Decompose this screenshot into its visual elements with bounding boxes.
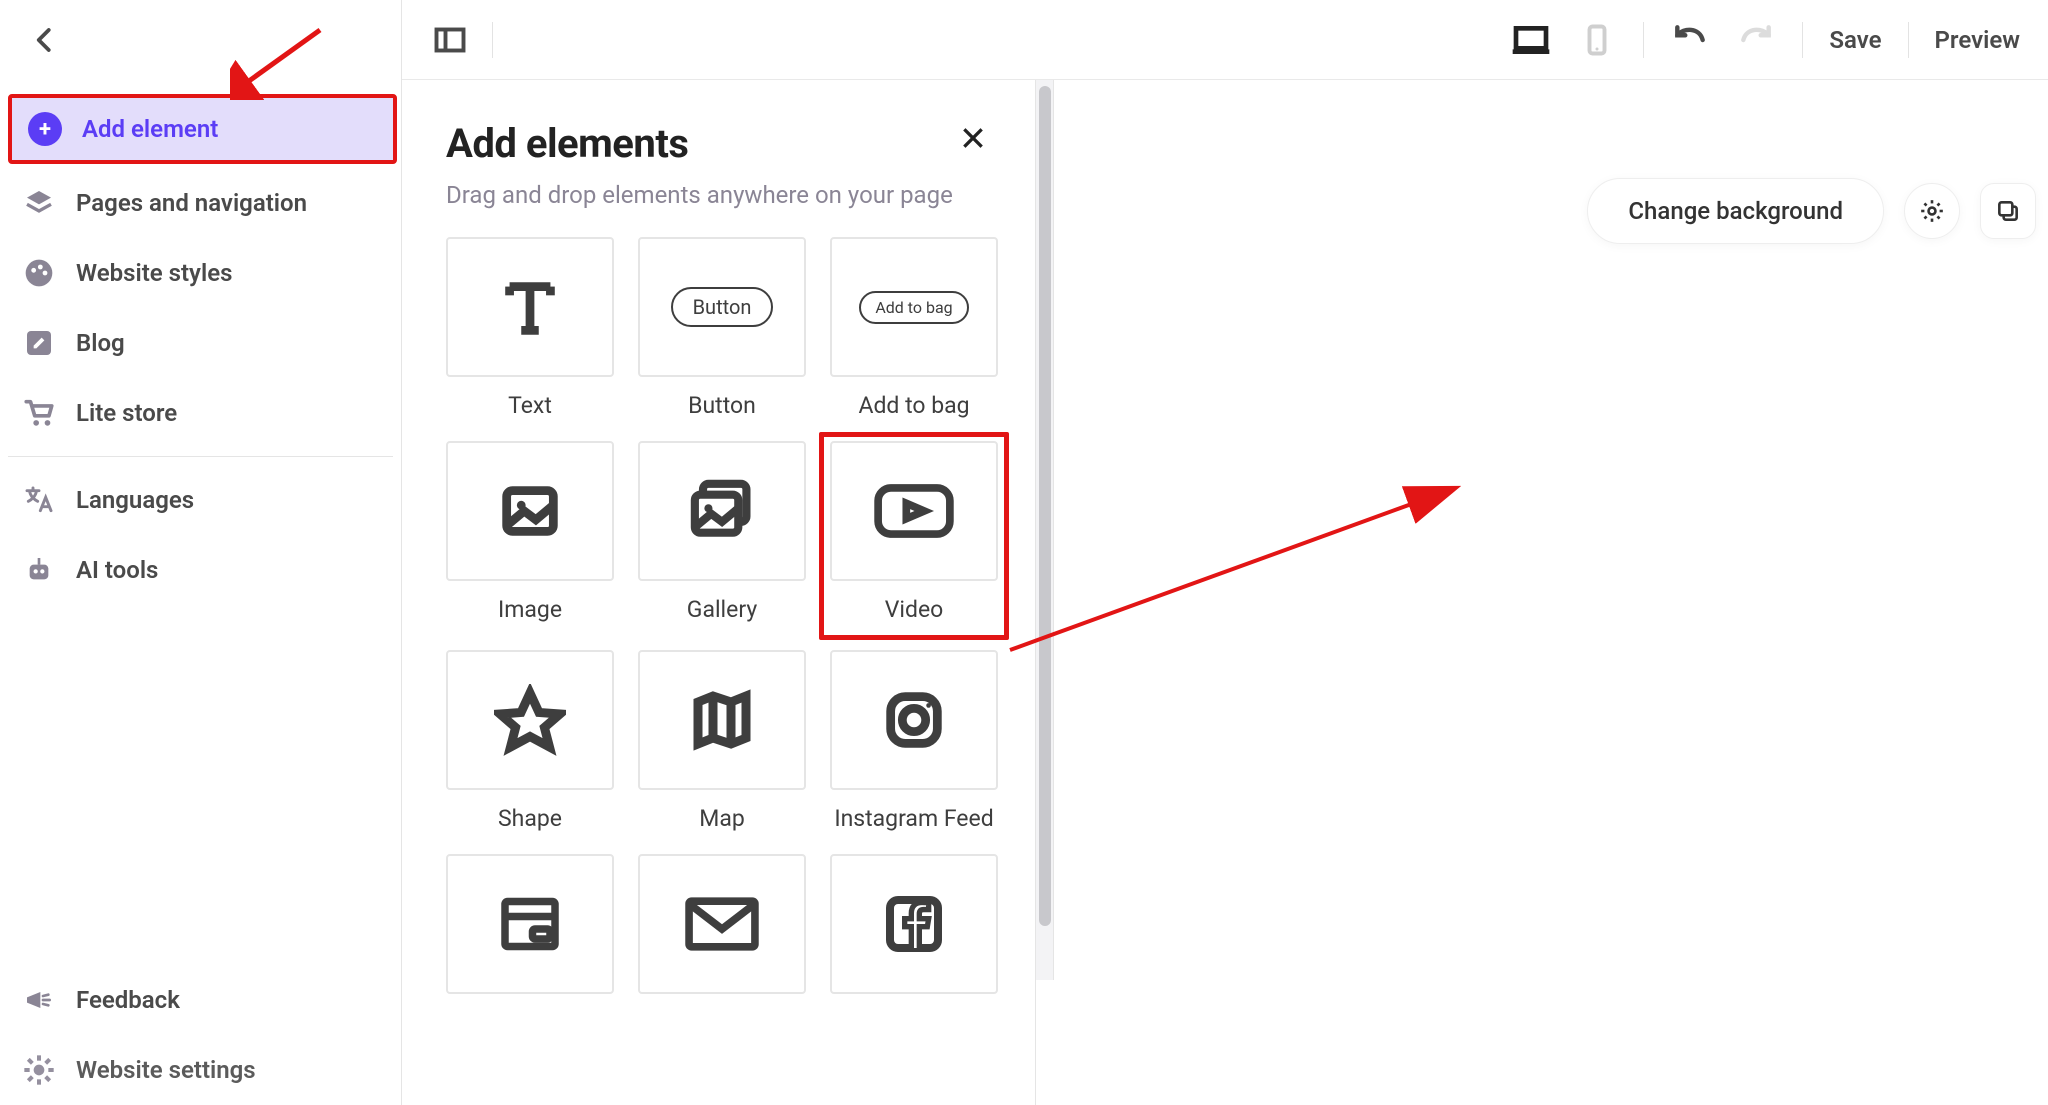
- close-icon: [960, 125, 986, 151]
- tile-instagram-feed[interactable]: Instagram Feed: [830, 650, 998, 834]
- gear-icon: [22, 1053, 56, 1087]
- tile-video[interactable]: Video: [830, 441, 998, 630]
- sidebar-item-label: Lite store: [76, 399, 177, 427]
- map-icon: [686, 684, 758, 756]
- gallery-icon: [684, 473, 760, 549]
- redo-icon[interactable]: [1736, 20, 1776, 60]
- tile-label: Gallery: [687, 595, 757, 625]
- sidebar-bottom: Feedback Website settings: [0, 965, 401, 1105]
- close-button[interactable]: [955, 120, 991, 156]
- sidebar-item-label: Pages and navigation: [76, 189, 307, 217]
- sidebar-item-label: Website settings: [76, 1056, 256, 1084]
- sidebar-item-ai-tools[interactable]: AI tools: [0, 535, 401, 605]
- sidebar-item-styles[interactable]: Website styles: [0, 238, 401, 308]
- topbar: Save Preview: [402, 0, 2048, 80]
- back-icon: [30, 25, 60, 55]
- video-icon: [873, 481, 955, 541]
- save-button[interactable]: Save: [1829, 26, 1881, 54]
- tile-label: Text: [508, 391, 552, 421]
- separator: [492, 22, 493, 58]
- divider: [8, 456, 393, 457]
- separator: [1802, 22, 1803, 58]
- robot-icon: [22, 553, 56, 587]
- sidebar-item-label: Blog: [76, 329, 125, 357]
- separator: [1643, 22, 1644, 58]
- tile-label: Instagram Feed: [834, 804, 993, 834]
- mobile-icon[interactable]: [1577, 20, 1617, 60]
- tile-shape[interactable]: Shape: [446, 650, 614, 834]
- sidebar: + Add element Pages and navigation Websi…: [0, 0, 402, 1105]
- tile-label: Image: [498, 595, 562, 625]
- sidebar-item-label: Website styles: [76, 259, 232, 287]
- copy-button[interactable]: [1980, 183, 2036, 239]
- canvas-controls: Change background: [1587, 178, 2036, 244]
- tile-form[interactable]: [446, 854, 614, 994]
- image-icon: [495, 476, 565, 546]
- translate-icon: [22, 483, 56, 517]
- sidebar-item-label: Feedback: [76, 986, 180, 1014]
- envelope-icon: [684, 896, 760, 952]
- annotation-arrow: [1000, 470, 1480, 670]
- tile-image[interactable]: Image: [446, 441, 614, 630]
- sidebar-item-website-settings[interactable]: Website settings: [0, 1035, 401, 1105]
- gear-icon: [1919, 198, 1945, 224]
- separator: [1908, 22, 1909, 58]
- cart-icon: [22, 396, 56, 430]
- palette-icon: [22, 256, 56, 290]
- sidebar-item-languages[interactable]: Languages: [0, 465, 401, 535]
- sidebar-item-label: AI tools: [76, 556, 158, 584]
- tile-label: Video: [830, 595, 998, 625]
- preview-button[interactable]: Preview: [1935, 26, 2020, 54]
- sidebar-item-blog[interactable]: Blog: [0, 308, 401, 378]
- back-button[interactable]: [0, 0, 401, 80]
- plus-circle-icon: +: [28, 112, 62, 146]
- tile-email[interactable]: [638, 854, 806, 994]
- sidebar-item-label: Languages: [76, 486, 194, 514]
- change-background-button[interactable]: Change background: [1587, 178, 1884, 244]
- sidebar-nav: + Add element Pages and navigation Websi…: [0, 80, 401, 1105]
- topbar-right: Save Preview: [1511, 20, 2020, 60]
- tile-label: Add to bag: [858, 391, 969, 421]
- panel-scrollbar[interactable]: [1036, 80, 1054, 980]
- desktop-icon[interactable]: [1511, 20, 1551, 60]
- panel-subtitle: Drag and drop elements anywhere on your …: [446, 181, 991, 209]
- settings-button[interactable]: [1904, 183, 1960, 239]
- panel-title: Add elements: [446, 120, 688, 167]
- button-pill-icon: Button: [671, 287, 774, 327]
- tile-gallery[interactable]: Gallery: [638, 441, 806, 630]
- layout-icon[interactable]: [430, 20, 470, 60]
- tile-button[interactable]: Button Button: [638, 237, 806, 421]
- tile-facebook[interactable]: [830, 854, 998, 994]
- megaphone-icon: [22, 983, 56, 1017]
- add-elements-panel: Add elements Drag and drop elements anyw…: [402, 80, 1036, 1105]
- text-icon: [495, 272, 565, 342]
- sidebar-item-pages[interactable]: Pages and navigation: [0, 168, 401, 238]
- instagram-icon: [879, 685, 949, 755]
- add-to-bag-pill-icon: Add to bag: [859, 291, 968, 324]
- tile-add-to-bag[interactable]: Add to bag Add to bag: [830, 237, 998, 421]
- facebook-icon: [882, 892, 946, 956]
- tile-label: Button: [688, 391, 756, 421]
- topbar-left: [430, 20, 493, 60]
- star-icon: [494, 684, 566, 756]
- tile-map[interactable]: Map: [638, 650, 806, 834]
- layers-icon: [22, 186, 56, 220]
- undo-icon[interactable]: [1670, 20, 1710, 60]
- sidebar-item-add-element[interactable]: + Add element: [8, 94, 397, 164]
- sidebar-item-label: Add element: [82, 115, 218, 143]
- tile-text[interactable]: Text: [446, 237, 614, 421]
- sidebar-item-feedback[interactable]: Feedback: [0, 965, 401, 1035]
- tile-label: Shape: [498, 804, 562, 834]
- sidebar-item-store[interactable]: Lite store: [0, 378, 401, 448]
- scrollbar-thumb[interactable]: [1039, 86, 1051, 926]
- elements-grid: Text Button Button Add to bag Add to bag…: [446, 237, 991, 994]
- tile-label: Map: [699, 804, 745, 834]
- edit-icon: [22, 326, 56, 360]
- copy-icon: [1995, 198, 2021, 224]
- form-icon: [495, 893, 565, 955]
